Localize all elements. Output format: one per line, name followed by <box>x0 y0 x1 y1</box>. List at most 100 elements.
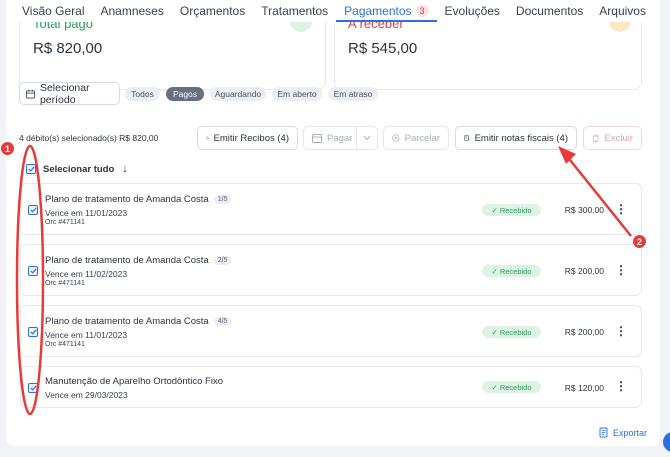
total-paid-card: Total pago R$ 820,00 <box>19 22 326 90</box>
status-badge: ✓ Recebido <box>482 381 541 393</box>
row-amount: R$ 200,00 <box>564 266 604 276</box>
sort-arrow-icon[interactable]: ↓ <box>122 163 128 175</box>
row-amount: R$ 300,00 <box>564 205 604 215</box>
tab-documentos[interactable]: Documentos <box>508 0 591 22</box>
status-badge: ✓ Recebido <box>482 326 541 338</box>
filter-chip-em-atraso[interactable]: Em atraso <box>328 87 378 101</box>
select-period-button[interactable]: Selecionar período <box>19 81 120 106</box>
total-paid-value: R$ 820,00 <box>33 40 103 57</box>
row-due-date: Vence em 11/01/2023 <box>45 208 128 218</box>
tab-pagamentos[interactable]: Pagamentos 3 <box>336 0 437 22</box>
debit-row[interactable]: Plano de tratamento de Amanda Costa 2/5 V… <box>20 244 642 296</box>
more-options-icon[interactable]: ⋮ <box>615 203 627 215</box>
check-icon <box>29 329 37 335</box>
more-options-icon[interactable]: ⋮ <box>615 264 627 276</box>
plus-circle-icon <box>392 134 400 142</box>
row-checkbox[interactable] <box>28 205 38 215</box>
row-title-text: Plano de tratamento de Amanda Costa <box>45 316 209 327</box>
row-checkbox[interactable] <box>28 266 38 276</box>
check-icon <box>29 207 37 213</box>
installments-label: Parcelar <box>404 132 440 144</box>
status-badge: ✓ Recebido <box>482 265 541 277</box>
select-all-label: Selecionar tudo <box>43 163 115 175</box>
row-title-text: Plano de tratamento de Amanda Costa <box>45 194 209 205</box>
debit-row[interactable]: Manutenção de Aparelho Ortodôntico Fixo … <box>20 366 642 408</box>
row-budget-ref: Orc #471141 <box>45 280 85 287</box>
row-title: Plano de tratamento de Amanda Costa 2/5 <box>45 255 232 266</box>
tab-evolucoes[interactable]: Evoluções <box>437 0 508 22</box>
total-paid-label: Total pago <box>33 22 93 31</box>
more-options-icon[interactable]: ⋮ <box>615 325 627 337</box>
tab-label: Pagamentos <box>344 4 412 18</box>
tab-label: Tratamentos <box>261 4 329 18</box>
row-checkbox[interactable] <box>28 327 38 337</box>
receivable-card: A receber R$ 545,00 <box>334 22 642 90</box>
tab-label: Orçamentos <box>179 4 246 18</box>
row-title: Manutenção de Aparelho Ortodôntico Fixo <box>45 376 223 387</box>
chevron-down-icon[interactable] <box>363 135 371 141</box>
filter-chip-em-aberto[interactable]: Em aberto <box>272 87 322 101</box>
annotation-marker-1: 1 <box>1 142 14 155</box>
debit-row[interactable]: Plano de tratamento de Amanda Costa 1/5 V… <box>20 183 642 235</box>
filter-chip-todos[interactable]: Todos <box>125 87 160 101</box>
emit-invoices-label: Emitir notas fiscais (4) <box>474 132 568 144</box>
delete-button[interactable]: Excluir <box>583 126 642 150</box>
check-icon <box>29 385 37 391</box>
filter-chip-pagos[interactable]: Pagos <box>166 87 204 101</box>
export-icon <box>599 427 608 438</box>
tab-orcamentos[interactable]: Orçamentos <box>172 0 253 22</box>
tab-label: Evoluções <box>444 4 500 18</box>
invoice-icon <box>464 135 470 141</box>
installments-button[interactable]: Parcelar <box>383 126 449 150</box>
export-label: Exportar <box>613 427 648 438</box>
tab-label: Documentos <box>515 4 584 18</box>
check-icon <box>29 268 37 274</box>
calendar-icon <box>312 134 322 143</box>
delete-label: Excluir <box>604 132 633 144</box>
more-options-icon[interactable]: ⋮ <box>615 380 627 392</box>
pay-button[interactable]: Pagar <box>303 126 378 150</box>
installment-fraction: 2/5 <box>213 256 232 265</box>
tab-label: Anamneses <box>100 4 164 18</box>
tab-label: Visão Geral <box>22 4 85 18</box>
row-budget-ref: Orc #471141 <box>45 341 85 348</box>
receivable-icon <box>609 22 631 32</box>
row-checkbox[interactable] <box>28 383 38 393</box>
row-title: Plano de tratamento de Amanda Costa 1/5 <box>45 194 232 205</box>
export-link[interactable]: Exportar <box>599 427 647 438</box>
annotation-marker-2: 2 <box>633 235 646 248</box>
tab-badge: 3 <box>415 5 429 17</box>
select-period-label: Selecionar período <box>39 81 90 106</box>
receipt-icon <box>206 136 209 140</box>
emit-receipts-button[interactable]: Emitir Recibos (4) <box>197 126 298 150</box>
row-due-date: Vence em 11/01/2023 <box>45 330 128 340</box>
trash-icon <box>592 134 599 142</box>
installment-fraction: 1/5 <box>213 195 232 204</box>
pay-label: Pagar <box>327 132 353 144</box>
selection-summary: 4 débito(s) selecionado(s) R$ 820,00 <box>19 133 159 143</box>
row-budget-ref: Orc #471141 <box>45 219 85 226</box>
installment-fraction: 4/5 <box>213 317 232 326</box>
check-icon <box>27 166 35 172</box>
row-title: Plano de tratamento de Amanda Costa 4/5 <box>45 316 232 327</box>
receivable-value: R$ 545,00 <box>348 40 418 57</box>
filter-chip-aguardando[interactable]: Aguardando <box>210 87 266 101</box>
tab-label: Arquivos <box>599 4 646 18</box>
select-all-checkbox[interactable] <box>26 164 36 174</box>
help-chat-button[interactable] <box>663 432 670 452</box>
row-amount: R$ 120,00 <box>564 383 604 393</box>
tab-tratamentos[interactable]: Tratamentos <box>253 0 336 22</box>
tab-visao-geral[interactable]: Visão Geral <box>14 0 92 22</box>
debit-row[interactable]: Plano de tratamento de Amanda Costa 4/5 V… <box>20 305 642 357</box>
tab-arquivos[interactable]: Arquivos <box>591 0 654 22</box>
row-title-text: Plano de tratamento de Amanda Costa <box>45 255 209 266</box>
select-all[interactable]: Selecionar tudo ↓ <box>26 163 128 175</box>
status-badge: ✓ Recebido <box>482 204 541 216</box>
calendar-icon <box>26 89 35 98</box>
row-due-date: Vence em 29/03/2023 <box>45 390 128 400</box>
emit-invoices-button[interactable]: Emitir notas fiscais (4) <box>455 126 577 150</box>
tab-anamneses[interactable]: Anamneses <box>92 0 171 22</box>
tab-bar: Visão Geral Anamneses Orçamentos Tratame… <box>14 0 654 22</box>
emit-receipts-label: Emitir Recibos (4) <box>213 132 290 144</box>
row-title-text: Manutenção de Aparelho Ortodôntico Fixo <box>45 376 223 387</box>
